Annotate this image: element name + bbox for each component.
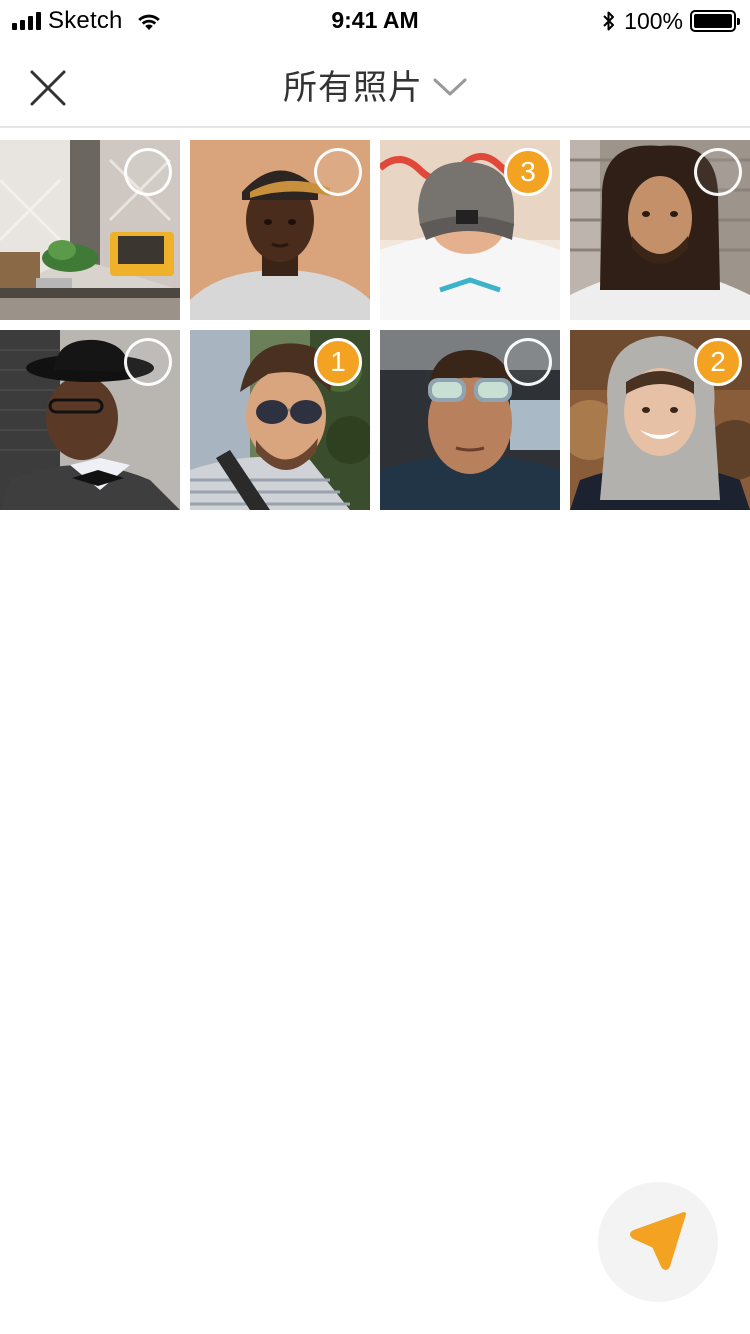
album-selector[interactable]: 所有照片 <box>0 40 750 128</box>
status-bar: Sketch 9:41 AM 100% <box>0 0 750 40</box>
selection-order-badge[interactable]: 1 <box>314 338 362 386</box>
chevron-down-icon <box>433 78 467 96</box>
select-circle[interactable] <box>694 148 742 196</box>
photo-tile[interactable]: 3 <box>380 140 560 320</box>
page-title: 所有照片 <box>283 68 423 107</box>
photo-tile[interactable] <box>380 330 560 510</box>
photo-tile[interactable] <box>570 140 750 320</box>
selection-order-badge[interactable]: 2 <box>694 338 742 386</box>
selection-order-badge[interactable]: 3 <box>504 148 552 196</box>
photo-tile[interactable] <box>0 140 180 320</box>
photo-tile[interactable] <box>0 330 180 510</box>
bluetooth-icon <box>603 11 615 31</box>
nav-bar: 所有照片 <box>0 40 750 128</box>
select-circle[interactable] <box>314 148 362 196</box>
send-button[interactable] <box>598 1182 718 1302</box>
select-circle[interactable] <box>504 338 552 386</box>
select-circle[interactable] <box>124 338 172 386</box>
select-circle[interactable] <box>124 148 172 196</box>
photo-tile[interactable] <box>190 140 370 320</box>
battery-icon <box>690 10 740 32</box>
battery-percent: 100% <box>624 7 683 34</box>
status-right: 100% <box>602 7 740 34</box>
send-icon <box>630 1212 686 1270</box>
photo-tile[interactable]: 2 <box>570 330 750 510</box>
photo-tile[interactable]: 1 <box>190 330 370 510</box>
